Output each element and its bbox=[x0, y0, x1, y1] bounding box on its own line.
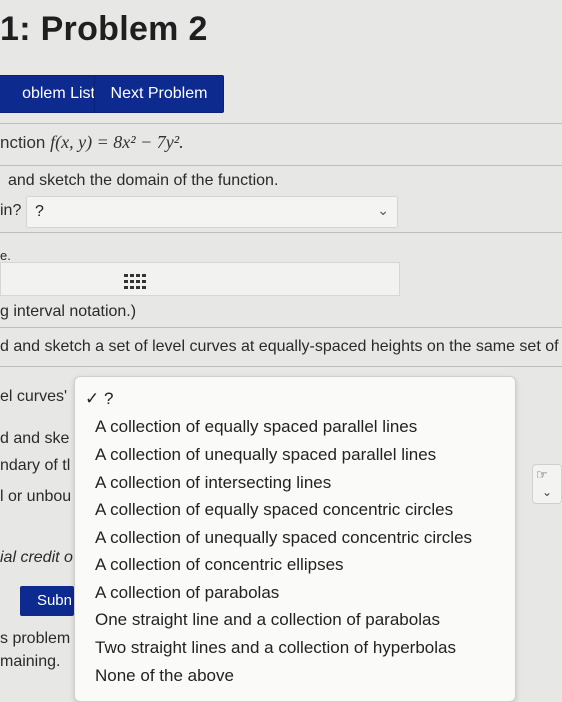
part-e-label: e. bbox=[0, 248, 11, 263]
page-title: 1: Problem 2 bbox=[0, 10, 208, 48]
domain-question-label: in? bbox=[0, 202, 22, 219]
interval-notation-text: g interval notation.) bbox=[0, 303, 137, 320]
domain-select[interactable]: ? ⌄ bbox=[26, 196, 398, 228]
divider bbox=[0, 232, 562, 233]
level-curves-dropdown[interactable]: ✓ ? A collection of equally spaced paral… bbox=[74, 376, 516, 702]
dropdown-option[interactable]: A collection of concentric ellipses bbox=[95, 555, 344, 575]
dropdown-option[interactable]: A collection of equally spaced concentri… bbox=[95, 500, 453, 520]
dropdown-option[interactable]: A collection of unequally spaced concent… bbox=[95, 528, 472, 548]
pointer-hand-icon: ☞ bbox=[536, 467, 548, 482]
text-fragment: l or unbou bbox=[0, 488, 72, 505]
answer-select[interactable]: ☞ ⌄ bbox=[532, 464, 562, 504]
chevron-down-icon: ⌄ bbox=[377, 202, 389, 218]
dropdown-option[interactable]: Two straight lines and a collection of h… bbox=[95, 638, 456, 658]
text-fragment: d and ske bbox=[0, 430, 70, 447]
partial-credit-text: ial credit o bbox=[0, 549, 73, 566]
divider bbox=[0, 327, 562, 328]
dropdown-option[interactable]: A collection of unequally spaced paralle… bbox=[95, 445, 436, 465]
dropdown-selected[interactable]: ✓ ? bbox=[85, 389, 113, 409]
chevron-down-icon: ⌄ bbox=[542, 485, 553, 499]
divider bbox=[0, 366, 562, 367]
dropdown-option[interactable]: None of the above bbox=[95, 666, 234, 686]
divider bbox=[0, 165, 562, 166]
dropdown-option[interactable]: A collection of parabolas bbox=[95, 583, 279, 603]
function-prefix: nction bbox=[0, 133, 46, 152]
function-expression: f(x, y) = 8x² − 7y². bbox=[50, 132, 184, 152]
text-fragment: ndary of tl bbox=[0, 457, 71, 474]
dropdown-option[interactable]: One straight line and a collection of pa… bbox=[95, 610, 440, 630]
submit-button[interactable]: Subn bbox=[20, 586, 74, 616]
problem-status-text: s problem bbox=[0, 630, 71, 647]
domain-answer-input[interactable] bbox=[0, 262, 400, 296]
sketch-domain-text: and sketch the domain of the function. bbox=[8, 172, 279, 189]
remaining-text: maining. bbox=[0, 653, 61, 670]
divider bbox=[0, 123, 562, 124]
dropdown-option[interactable]: A collection of intersecting lines bbox=[95, 473, 331, 493]
function-statement: nction f(x, y) = 8x² − 7y². bbox=[0, 132, 184, 153]
equation-editor-icon[interactable] bbox=[124, 274, 146, 290]
dropdown-option[interactable]: A collection of equally spaced parallel … bbox=[95, 417, 417, 437]
domain-select-value: ? bbox=[35, 203, 44, 220]
level-curves-label: el curves' bbox=[0, 388, 68, 405]
next-problem-button[interactable]: Next Problem bbox=[94, 75, 224, 113]
level-curves-instruction: d and sketch a set of level curves at eq… bbox=[0, 338, 562, 355]
